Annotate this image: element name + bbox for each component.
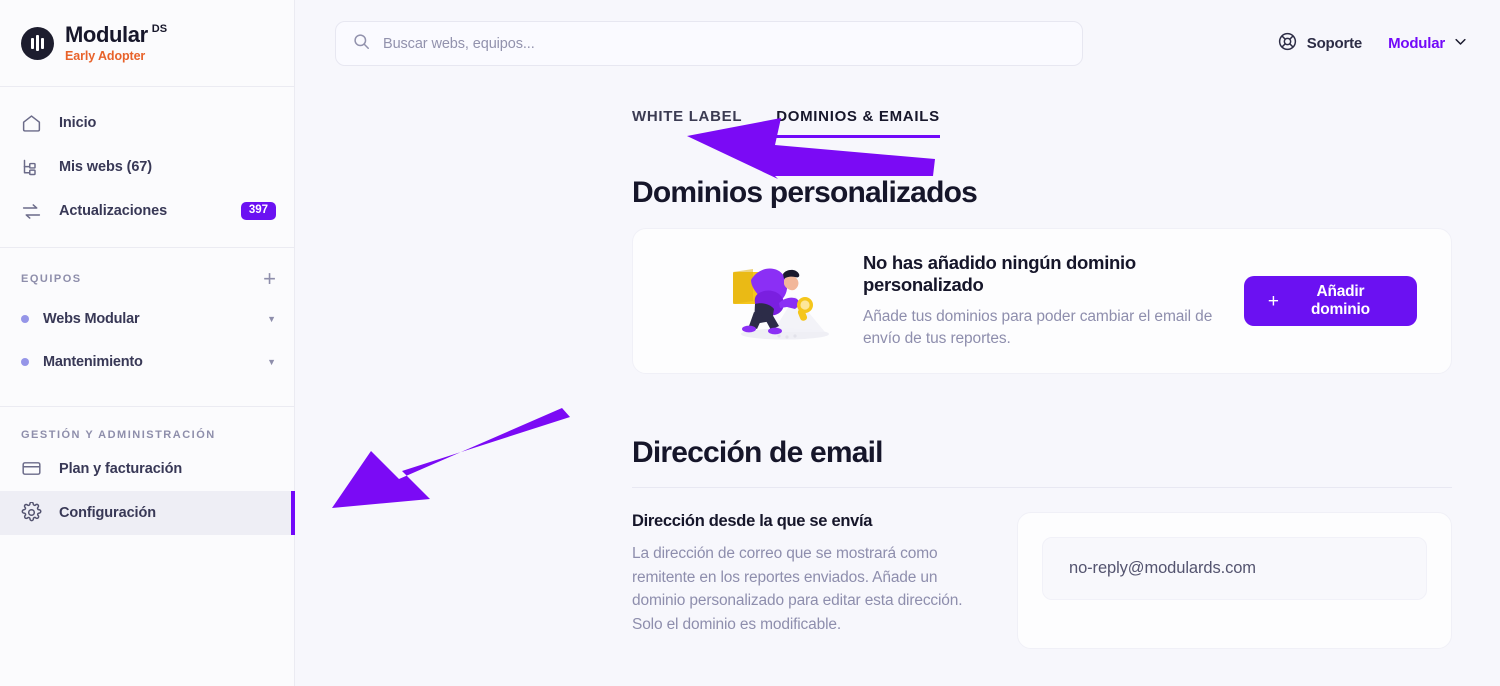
brand-text: Modular DS Early Adopter	[65, 23, 167, 62]
sitemap-icon	[21, 157, 47, 178]
email-field-label: Dirección desde la que se envía	[632, 512, 873, 530]
brand-logo[interactable]: Modular DS Early Adopter	[0, 0, 294, 87]
settings-content: Dominios personalizados No has añadido n…	[295, 176, 1500, 649]
credit-card-icon	[21, 458, 47, 479]
tab-white-label[interactable]: WHITE LABEL	[632, 108, 742, 138]
support-label: Soporte	[1306, 35, 1363, 52]
account-menu-button[interactable]: Modular	[1388, 34, 1468, 53]
email-settings-description-column: Dirección desde la que se envía La direc…	[632, 512, 977, 649]
primary-nav: Inicio Mis webs (67) Actualizaciones 397…	[0, 87, 295, 535]
plus-icon: +	[1267, 290, 1279, 312]
top-bar-actions: Soporte Modular	[1277, 31, 1468, 56]
brand-name: Modular	[65, 22, 148, 48]
sidebar-item-label: Plan y facturación	[59, 460, 183, 477]
email-section-title: Dirección de email	[632, 436, 884, 469]
add-domain-button-label: Añadir dominio	[1310, 283, 1370, 318]
updates-icon	[21, 201, 47, 222]
sidebar-item-mis-webs[interactable]: Mis webs (67)	[0, 145, 294, 189]
email-field-card: no-reply@modulards.com	[1017, 512, 1452, 649]
main-content: Buscar webs, equipos... Soporte Modular	[295, 0, 1500, 686]
support-button[interactable]: Soporte	[1277, 31, 1362, 56]
sidebar-item-label: Inicio	[59, 115, 97, 131]
team-status-dot	[21, 358, 29, 367]
section-divider	[632, 487, 1452, 488]
sidebar-item-label: Actualizaciones	[59, 203, 168, 219]
sidebar-item-label: Mis webs (67)	[59, 159, 152, 175]
brand-name-row: Modular DS	[65, 23, 167, 46]
team-label: Webs Modular	[43, 311, 140, 328]
sidebar-item-actualizaciones[interactable]: Actualizaciones 397	[0, 189, 294, 233]
chevron-down-icon	[1453, 34, 1468, 53]
empty-state-title: No has añadido ningún dominio personaliz…	[863, 251, 1136, 295]
search-input[interactable]: Buscar webs, equipos...	[335, 21, 1083, 66]
settings-tabs: WHITE LABEL DOMINIOS & EMAILS	[295, 87, 1500, 138]
admin-group-title: GESTIÓN Y ADMINISTRACIÓN	[21, 428, 216, 441]
home-icon	[21, 113, 47, 134]
sidebar-team-mantenimiento[interactable]: Mantenimiento ▼	[0, 341, 294, 384]
page-title: Dominios personalizados	[632, 176, 978, 209]
sidebar-item-label: Configuración	[59, 504, 156, 521]
add-domain-button[interactable]: + Añadir dominio	[1243, 276, 1417, 326]
chevron-down-icon[interactable]: ▼	[267, 357, 276, 367]
brand-superscript: DS	[151, 23, 168, 36]
search-icon	[352, 32, 371, 56]
sidebar-item-inicio[interactable]: Inicio	[0, 101, 294, 145]
sender-email-input[interactable]: no-reply@modulards.com	[1042, 537, 1427, 600]
admin-group-header: GESTIÓN Y ADMINISTRACIÓN	[0, 407, 294, 447]
empty-state-description: Añade tus dominios para poder cambiar el…	[863, 307, 1213, 347]
sidebar-item-plan-y-facturacion[interactable]: Plan y facturación	[0, 447, 294, 491]
team-status-dot	[21, 315, 29, 324]
app-root: Modular DS Early Adopter Inicio Mis webs…	[0, 0, 1500, 686]
updates-count-badge: 397	[240, 201, 276, 221]
modular-bars-logo-icon	[21, 26, 54, 60]
sender-email-value: no-reply@modulards.com	[1069, 559, 1256, 577]
brand-tagline: Early Adopter	[65, 48, 146, 63]
person-with-box-and-flashlight-illustration	[729, 256, 839, 347]
email-settings-row: Dirección desde la que se envía La direc…	[632, 512, 1452, 649]
gear-icon	[21, 502, 47, 523]
add-team-plus-icon[interactable]: +	[263, 268, 276, 290]
sidebar-item-configuracion[interactable]: Configuración	[0, 490, 295, 535]
search-placeholder: Buscar webs, equipos...	[383, 35, 535, 52]
tab-dominios-emails[interactable]: DOMINIOS & EMAILS	[776, 108, 940, 138]
empty-state-text: No has añadido ningún dominio personaliz…	[863, 252, 1244, 351]
teams-group-header: EQUIPOS +	[0, 248, 294, 298]
account-label: Modular	[1388, 35, 1445, 52]
sidebar-team-webs-modular[interactable]: Webs Modular ▼	[0, 298, 294, 341]
team-label: Mantenimiento	[43, 354, 143, 371]
teams-group-title: EQUIPOS	[21, 272, 82, 285]
email-field-description: La dirección de correo que se mostrará c…	[632, 545, 963, 633]
lifebuoy-icon	[1277, 31, 1298, 56]
top-bar: Buscar webs, equipos... Soporte Modular	[295, 0, 1500, 87]
empty-state-card: No has añadido ningún dominio personaliz…	[632, 228, 1452, 374]
chevron-down-icon[interactable]: ▼	[267, 314, 276, 324]
sidebar: Modular DS Early Adopter Inicio Mis webs…	[0, 0, 295, 686]
